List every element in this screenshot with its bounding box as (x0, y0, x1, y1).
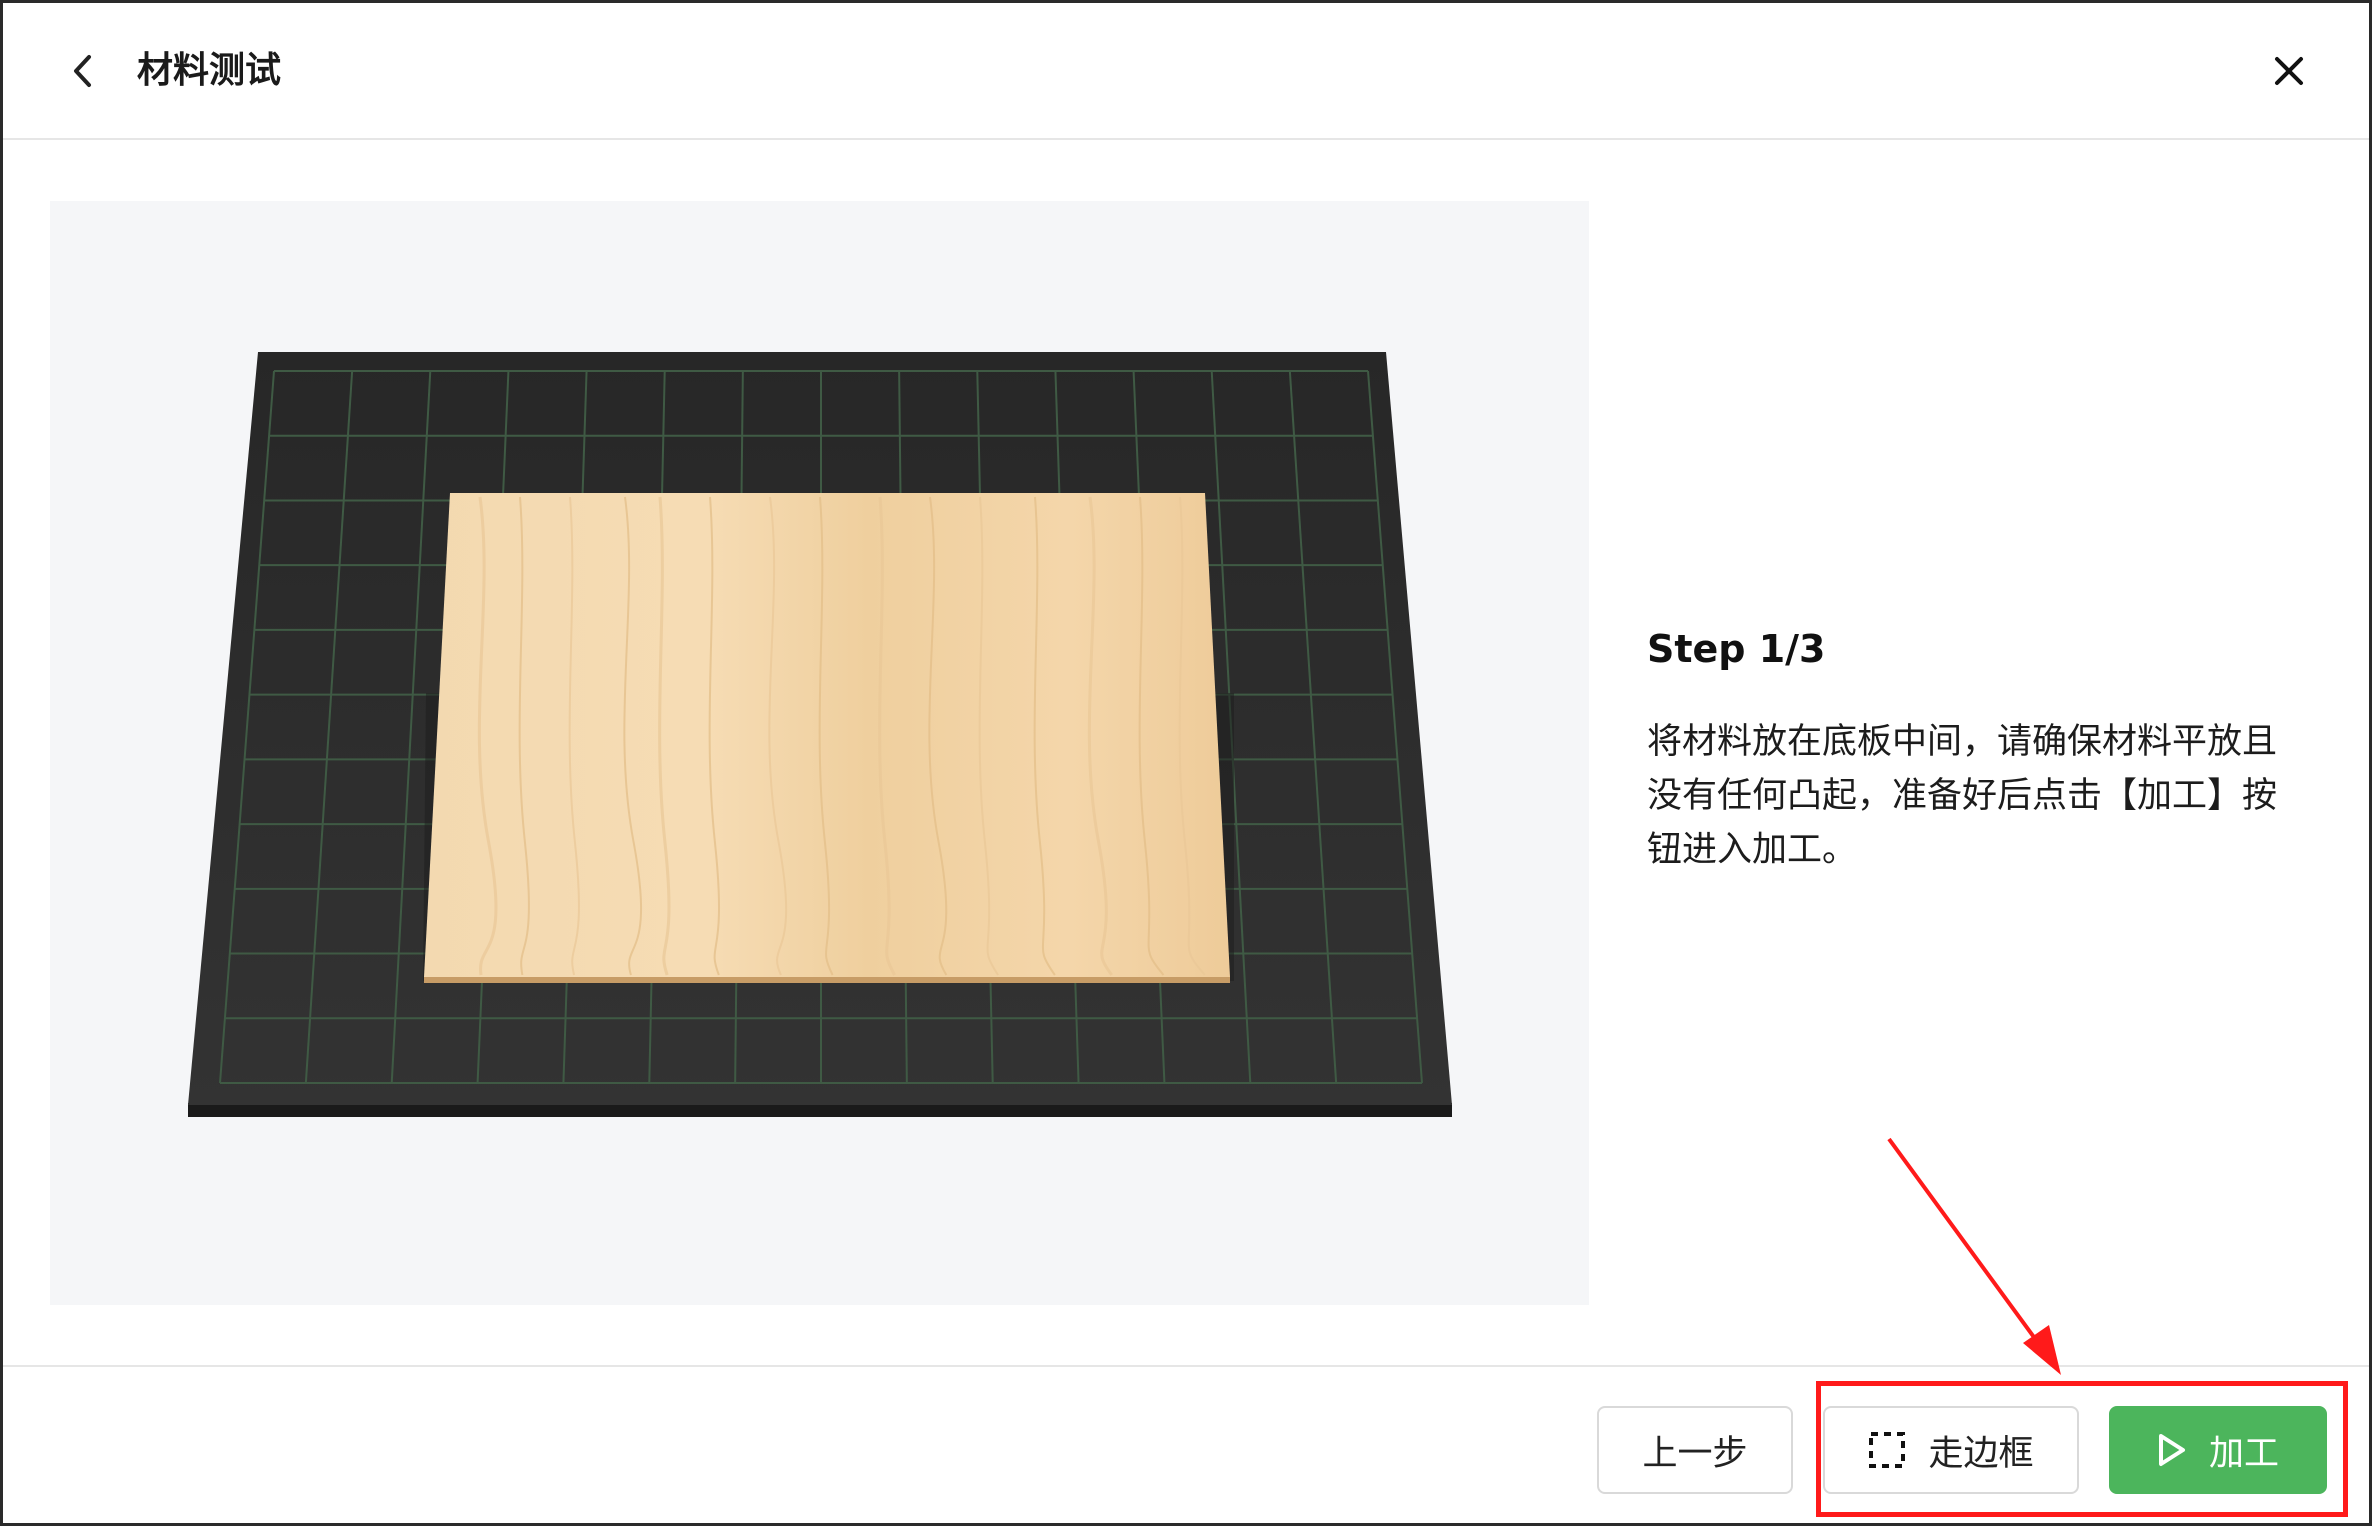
close-button[interactable] (2261, 43, 2317, 99)
dialog-header: 材料测试 (3, 3, 2369, 140)
work-board-edge (188, 1103, 1452, 1117)
wood-material (424, 493, 1230, 977)
footer-divider (3, 1365, 2369, 1367)
page-title: 材料测试 (137, 50, 282, 91)
step-indicator: Step 1/3 (1647, 627, 1826, 671)
material-placement-illustration (50, 201, 1589, 1305)
annotation-highlight-box (1816, 1381, 2348, 1517)
material-test-dialog: 材料测试 Step 1/3 将材料放在底板中间，请确保材料平放且没有任何凸起，准… (0, 0, 2372, 1526)
previous-step-button[interactable]: 上一步 (1597, 1406, 1793, 1494)
back-button[interactable] (55, 43, 111, 99)
close-icon (2275, 57, 2303, 85)
previous-step-label: 上一步 (1642, 1433, 1748, 1474)
chevron-left-icon (74, 55, 91, 87)
instruction-text: 将材料放在底板中间，请确保材料平放且没有任何凸起，准备好后点击【加工】按钮进入加… (1647, 722, 2278, 870)
